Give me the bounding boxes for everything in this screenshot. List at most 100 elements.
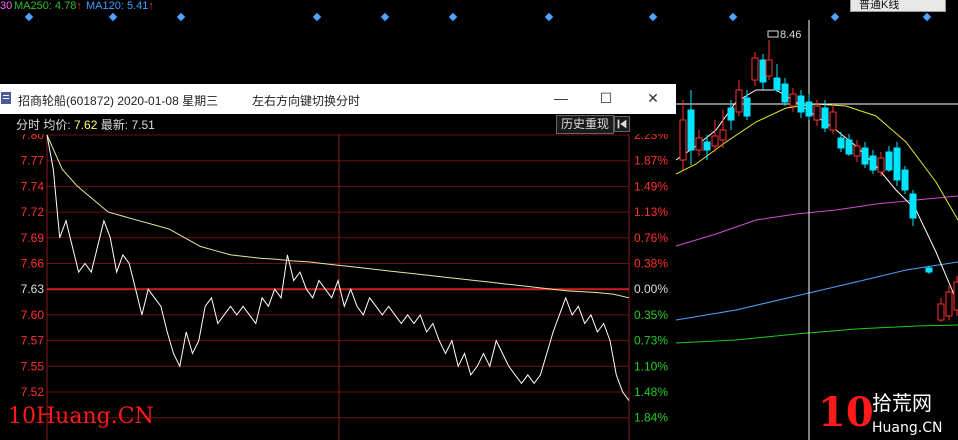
svg-text:Huang.CN: Huang.CN xyxy=(872,420,942,436)
price-tick-label: 7.72 xyxy=(21,205,45,219)
cursor-crosshair xyxy=(676,20,958,440)
price-tick-label: 7.55 xyxy=(21,359,45,373)
candle-body xyxy=(735,89,743,113)
candle-body xyxy=(743,97,751,117)
ma120-label: MA120: 5.41↑ xyxy=(86,0,154,12)
candles xyxy=(679,40,958,322)
candle-body xyxy=(925,267,933,273)
candle-body xyxy=(937,303,945,321)
event-marker-icon[interactable] xyxy=(24,12,34,22)
candle-body xyxy=(687,109,695,151)
percent-tick-label: 0.73% xyxy=(634,334,668,348)
percent-axis-labels: 2.23% 1.87% 1.49% 1.13% 0.76% 0.38% 0.00% 0.35%… xyxy=(634,134,668,425)
intraday-info-bar: 分时 均价: 7.62 最新: 7.51 xyxy=(16,116,155,133)
percent-tick-label: 0.35% xyxy=(634,308,668,322)
minimize-icon[interactable]: — xyxy=(551,88,571,108)
percent-tick-label: 1.48% xyxy=(634,385,668,399)
percent-tick-label: 1.87% xyxy=(634,154,668,168)
percent-tick-label: 1.13% xyxy=(634,205,668,219)
intraday-chart[interactable]: 7.80 7.77 7.74 7.72 7.69 7.66 7.63 7.60 7.57 7.55… xyxy=(0,134,676,440)
percent-tick-label: 0.00% xyxy=(634,282,668,296)
svg-text:拾荒网: 拾荒网 xyxy=(872,391,932,415)
event-marker-icon[interactable] xyxy=(648,12,658,22)
high-label: 8.46 xyxy=(780,29,801,41)
event-marker-icon[interactable] xyxy=(448,12,458,22)
avg-price-value: 7.62 xyxy=(74,118,98,132)
high-marker-icon xyxy=(767,30,779,38)
candle-body xyxy=(821,107,829,129)
candle-body xyxy=(679,119,687,161)
candle-body xyxy=(861,147,869,165)
window-title: 招商轮船(601872) 2020-01-08 星期三 xyxy=(18,94,219,108)
ma250-label: MA250: 4.78↑ xyxy=(14,0,82,12)
ma120-text: MA120: 5.41 xyxy=(86,0,149,12)
replay-back-icon[interactable] xyxy=(614,116,630,132)
candle-body xyxy=(695,137,703,151)
candle-body xyxy=(845,139,853,155)
high-marker: 8.46 xyxy=(767,29,801,41)
candle-body xyxy=(869,155,877,171)
price-line xyxy=(46,134,630,401)
candle-body xyxy=(711,135,719,147)
ma250-text: MA250: 4.78 xyxy=(14,0,77,12)
percent-tick-label: 1.10% xyxy=(634,359,668,373)
percent-tick-label: 1.84% xyxy=(634,411,668,425)
event-marker-icon[interactable] xyxy=(312,12,322,22)
window-titlebar[interactable]: 招商轮船(601872) 2020-01-08 星期三 左右方向键切换分时 — … xyxy=(0,84,676,114)
price-tick-label: 7.52 xyxy=(21,385,45,399)
candle-body xyxy=(813,105,821,121)
close-icon[interactable]: ✕ xyxy=(643,88,663,108)
ma-truncated-label: 30 xyxy=(0,0,13,12)
history-replay-button[interactable]: 历史重现 xyxy=(556,115,614,134)
latest-price-value: 7.51 xyxy=(131,118,155,132)
avg-price-label: 均价: xyxy=(43,118,71,132)
candle-body xyxy=(853,145,861,157)
price-tick-label: 7.80 xyxy=(21,134,45,142)
average-price-line xyxy=(46,134,630,299)
candle-body xyxy=(837,137,845,149)
watermark-left: 10Huang.CN xyxy=(8,404,154,429)
candle-body xyxy=(765,59,773,77)
event-marker-icon[interactable] xyxy=(108,12,118,22)
ma-green-line xyxy=(676,324,958,344)
intraday-window: 招商轮船(601872) 2020-01-08 星期三 左右方向键切换分时 — … xyxy=(0,84,676,440)
price-tick-label: 7.66 xyxy=(21,257,45,271)
candle-body xyxy=(789,93,797,107)
candle-body xyxy=(773,77,781,91)
candle-body xyxy=(759,59,767,83)
kline-type-dropdown[interactable]: 普通K线 xyxy=(850,0,946,12)
app-icon xyxy=(1,92,11,104)
percent-tick-label: 0.38% xyxy=(634,257,668,271)
up-arrow-icon: ↑ xyxy=(76,0,82,12)
daily-kline-chart[interactable]: 8.46 xyxy=(676,20,958,440)
price-tick-label: 7.57 xyxy=(21,334,45,348)
candle-body xyxy=(703,141,711,151)
candle-body xyxy=(751,57,759,81)
candle-body xyxy=(953,281,958,311)
watermark-logo: 10 拾荒网 Huang.CN xyxy=(818,389,942,436)
latest-price-label: 最新: xyxy=(100,118,129,132)
svg-text:10: 10 xyxy=(818,389,874,436)
price-axis-labels: 7.80 7.77 7.74 7.72 7.69 7.66 7.63 7.60 7.57 7.55… xyxy=(21,134,45,399)
event-marker-icon[interactable] xyxy=(176,12,186,22)
intraday-series xyxy=(46,134,630,401)
maximize-icon[interactable]: ☐ xyxy=(596,88,616,108)
event-marker-icon[interactable] xyxy=(544,12,554,22)
candle-body xyxy=(893,147,901,181)
up-arrow-icon: ↑ xyxy=(148,0,154,12)
tab-intraday[interactable]: 分时 xyxy=(16,118,40,132)
percent-tick-label: 1.49% xyxy=(634,179,668,193)
candle-body xyxy=(727,107,735,121)
candle-body xyxy=(909,193,917,219)
candle-body xyxy=(885,151,893,171)
event-marker-icon[interactable] xyxy=(380,12,390,22)
candle-body xyxy=(805,101,813,117)
percent-tick-label: 2.23% xyxy=(634,134,668,142)
price-tick-label: 7.60 xyxy=(21,308,45,322)
price-tick-label: 7.69 xyxy=(21,231,45,245)
price-tick-label: 7.77 xyxy=(21,154,45,168)
top-indicator-bar: 30 MA250: 4.78↑ MA120: 5.41↑ xyxy=(0,0,958,14)
candle-body xyxy=(781,83,789,103)
candle-body xyxy=(945,291,953,317)
percent-tick-label: 0.76% xyxy=(634,231,668,245)
